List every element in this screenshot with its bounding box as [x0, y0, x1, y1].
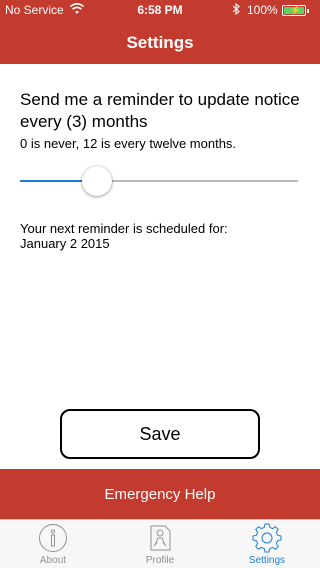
profile-icon	[150, 525, 171, 551]
next-reminder-label: Your next reminder is scheduled for:	[20, 221, 228, 236]
battery-percent: 100%	[247, 3, 278, 17]
next-reminder-date: January 2 2015	[20, 236, 110, 251]
tab-profile[interactable]: Profile	[107, 520, 213, 568]
tab-settings-label: Settings	[248, 555, 286, 566]
page-title: Settings	[126, 33, 194, 52]
reminder-description: Send me a reminder to update notice ever…	[20, 90, 300, 131]
save-button[interactable]: Save	[60, 409, 260, 459]
tab-bar: About Profile Settings	[0, 519, 320, 568]
tab-about-label: About	[39, 555, 67, 566]
tab-about[interactable]: About	[0, 520, 106, 568]
bluetooth-icon	[232, 3, 240, 15]
gear-icon	[252, 523, 282, 553]
emergency-help-button[interactable]: Emergency Help	[0, 469, 320, 519]
reminder-months-slider[interactable]	[20, 166, 298, 196]
tab-profile-label: Profile	[145, 555, 175, 566]
header-bar: No Service 6:58 PM 100% ⚡ Settings	[0, 0, 320, 64]
battery-icon: ⚡	[282, 5, 309, 16]
slider-thumb[interactable]	[82, 166, 112, 196]
info-icon	[39, 524, 67, 552]
status-bar: No Service 6:58 PM 100% ⚡	[0, 0, 320, 20]
reminder-hint: 0 is never, 12 is every twelve months.	[20, 136, 237, 151]
tab-settings[interactable]: Settings	[214, 520, 320, 568]
